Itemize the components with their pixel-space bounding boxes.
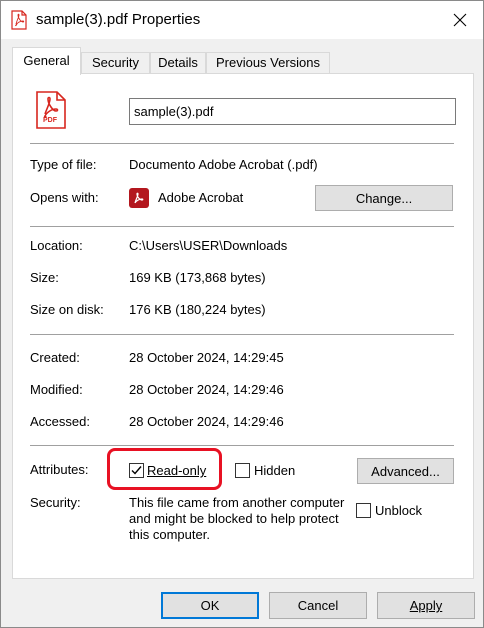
filename-input[interactable]: [129, 98, 456, 125]
location-value: C:\Users\USER\Downloads: [129, 238, 288, 253]
modified-label: Modified:: [30, 382, 83, 397]
separator: [30, 445, 454, 446]
ok-button[interactable]: OK: [161, 592, 259, 619]
separator: [30, 226, 454, 227]
opens-with-value: Adobe Acrobat: [158, 190, 244, 205]
separator: [30, 334, 454, 335]
cancel-button-label: Cancel: [297, 598, 339, 613]
attributes-label: Attributes:: [30, 462, 89, 477]
apply-button-label: Apply: [409, 598, 443, 613]
size-value: 169 KB (173,868 bytes): [129, 270, 266, 285]
accessed-value: 28 October 2024, 14:29:46: [129, 414, 284, 429]
location-label: Location:: [30, 238, 83, 253]
hidden-checkbox[interactable]: [235, 463, 250, 478]
unblock-checkbox[interactable]: [356, 503, 371, 518]
tab-general[interactable]: General: [12, 47, 81, 75]
opens-with-label: Opens with:: [30, 190, 99, 205]
created-label: Created:: [30, 350, 80, 365]
change-button[interactable]: Change...: [315, 185, 453, 211]
pdf-large-icon: PDF: [35, 90, 67, 130]
accessed-label: Accessed:: [30, 414, 90, 429]
tab-details[interactable]: Details: [150, 52, 206, 74]
acrobat-app-icon: [129, 188, 149, 208]
ok-button-label: OK: [200, 598, 220, 613]
security-label: Security:: [30, 495, 81, 510]
change-button-label: Change...: [355, 190, 413, 206]
tab-security[interactable]: Security: [81, 52, 150, 74]
title-bar: sample(3).pdf Properties: [1, 1, 483, 39]
cancel-button[interactable]: Cancel: [269, 592, 367, 619]
unblock-label[interactable]: Unblock: [375, 503, 422, 518]
pdf-file-icon: [11, 10, 27, 30]
readonly-label[interactable]: Read-only: [147, 463, 206, 478]
separator: [30, 143, 454, 144]
close-button[interactable]: [437, 1, 483, 39]
advanced-button[interactable]: Advanced...: [357, 458, 454, 484]
close-icon: [453, 13, 467, 27]
type-of-file-label: Type of file:: [30, 157, 97, 172]
window-title: sample(3).pdf Properties: [36, 11, 201, 28]
readonly-checkbox[interactable]: [129, 463, 144, 478]
hidden-label[interactable]: Hidden: [254, 463, 295, 478]
modified-value: 28 October 2024, 14:29:46: [129, 382, 284, 397]
tab-previous-versions[interactable]: Previous Versions: [206, 52, 330, 74]
apply-button[interactable]: Apply: [377, 592, 475, 619]
type-of-file-value: Documento Adobe Acrobat (.pdf): [129, 157, 318, 172]
properties-window: sample(3).pdf Properties General Securit…: [0, 0, 484, 628]
general-panel: PDF Type of file: Documento Adobe Acroba…: [12, 73, 474, 579]
pdf-icon-label: PDF: [43, 117, 57, 124]
checkmark-icon: [131, 466, 142, 475]
created-value: 28 October 2024, 14:29:45: [129, 350, 284, 365]
security-message: This file came from another computer and…: [129, 495, 345, 542]
size-on-disk-label: Size on disk:: [30, 302, 104, 317]
size-on-disk-value: 176 KB (180,224 bytes): [129, 302, 266, 317]
advanced-button-label: Advanced...: [371, 463, 440, 479]
size-label: Size:: [30, 270, 59, 285]
